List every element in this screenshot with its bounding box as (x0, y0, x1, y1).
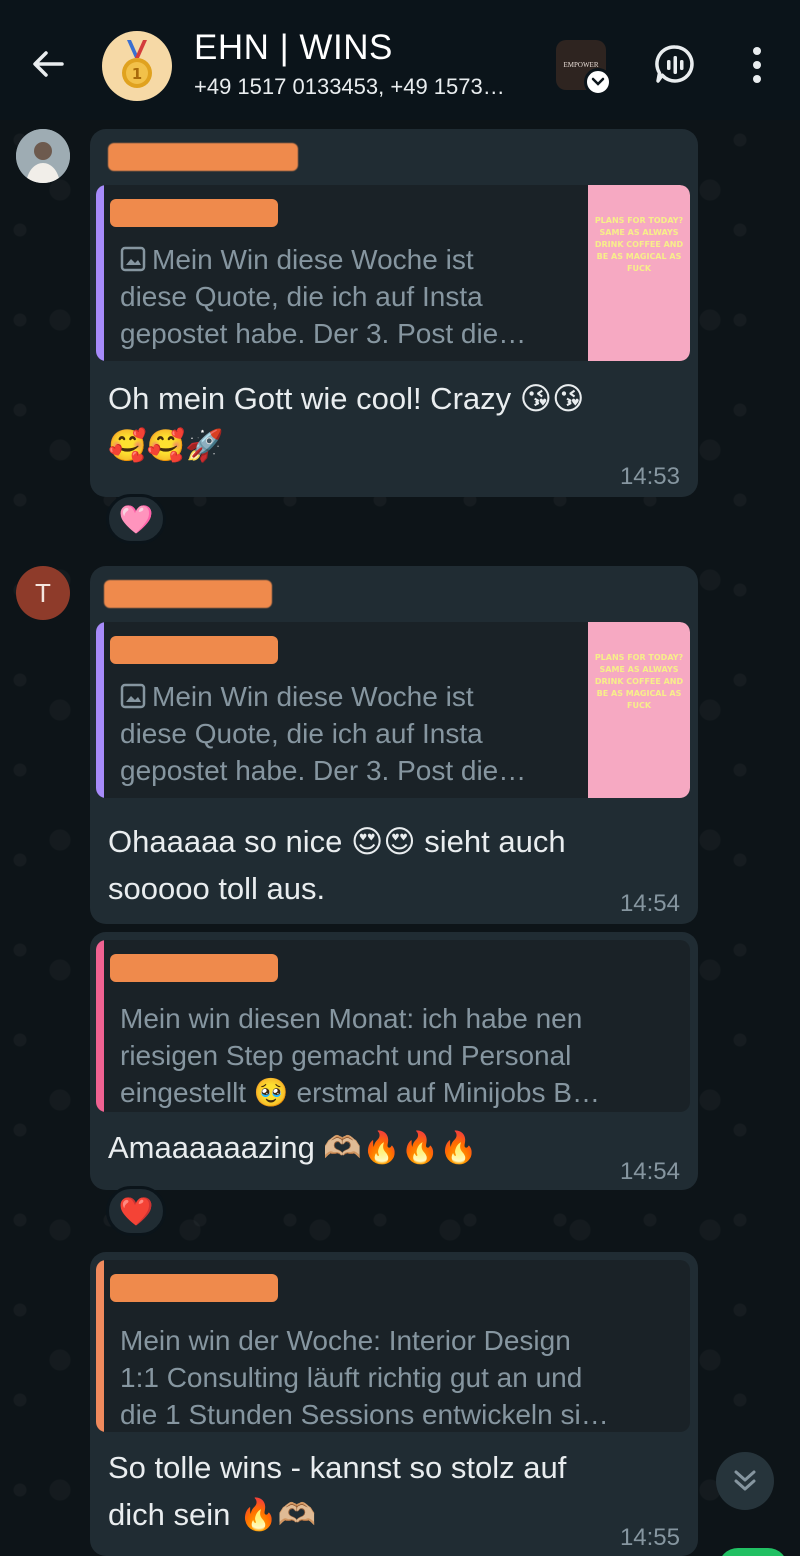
message-bubble[interactable]: Mein Win diese Woche ist diese Quote, di… (90, 566, 698, 924)
quote-text: Mein Win diese Woche ist diese Quote, di… (120, 681, 527, 786)
chat-header: 1 EHN | WINS +49 1517 0133453, +49 1573…… (0, 0, 800, 120)
group-avatar[interactable]: 1 (102, 31, 172, 101)
redacted-quote-name (110, 954, 278, 982)
chat-title: EHN | WINS (194, 28, 393, 67)
quote-bar (96, 622, 104, 798)
chevron-down-icon[interactable] (584, 68, 612, 96)
avatar[interactable]: T (16, 566, 70, 620)
quoted-message[interactable]: Mein win der Woche: Interior Design 1:1 … (96, 1260, 690, 1432)
quoted-message[interactable]: Mein Win diese Woche ist diese Quote, di… (96, 622, 690, 798)
message-time: 14:55 (619, 1524, 680, 1551)
image-icon (120, 681, 146, 709)
message-text: Oh mein Gott wie cool! Crazy 😘😘 🥰🥰🚀 (108, 381, 585, 463)
more-vert-icon[interactable] (742, 44, 772, 86)
quote-text: Mein win der Woche: Interior Design 1:1 … (120, 1325, 609, 1430)
svg-text:1: 1 (132, 65, 142, 83)
reaction-badge[interactable]: 🩷 (106, 494, 166, 544)
quote-text: Mein Win diese Woche ist diese Quote, di… (120, 244, 527, 349)
medal-icon: 1 (122, 40, 152, 88)
quote-bar (96, 940, 104, 1112)
quoted-message[interactable]: Mein win diesen Monat: ich habe nen ries… (96, 940, 690, 1112)
message-time: 14:53 (619, 463, 680, 490)
redacted-quote-name (110, 1274, 278, 1302)
message-time: 14:54 (619, 1158, 680, 1185)
quote-thumbnail: PLANS FOR TODAY? SAME AS ALWAYS DRINK CO… (588, 185, 690, 361)
redacted-quote-name (110, 199, 278, 227)
message-text: Ohaaaaa so nice 😍😍 sieht auch sooooo tol… (108, 824, 566, 906)
redacted-quote-name (110, 636, 278, 664)
message-text: So tolle wins - kannst so stolz auf dich… (108, 1450, 567, 1532)
double-chevron-down-icon (734, 1470, 756, 1491)
scroll-down-button[interactable] (716, 1452, 774, 1510)
chat-participants: +49 1517 0133453, +49 1573… (194, 74, 505, 99)
quote-bar (96, 1260, 104, 1432)
message-bubble[interactable]: Mein win der Woche: Interior Design 1:1 … (90, 1252, 698, 1556)
quoted-message[interactable]: Mein Win diese Woche ist diese Quote, di… (96, 185, 690, 361)
message-text: Amaaaaaazing 🫶🏼🔥🔥🔥 (108, 1130, 478, 1165)
message-time: 14:54 (619, 890, 680, 917)
message-bubble[interactable]: Mein Win diese Woche ist diese Quote, di… (90, 129, 698, 497)
quote-text: Mein win diesen Monat: ich habe nen ries… (120, 1003, 600, 1108)
quote-bar (96, 185, 104, 361)
redacted-sender-name (104, 580, 272, 608)
redacted-sender-name (108, 143, 298, 171)
quote-thumbnail: PLANS FOR TODAY? SAME AS ALWAYS DRINK CO… (588, 622, 690, 798)
voice-chat-icon[interactable] (654, 44, 696, 86)
reaction-badge[interactable]: ❤️ (106, 1186, 166, 1236)
arrow-left-icon[interactable] (28, 44, 68, 84)
chat-title-block[interactable]: EHN | WINS +49 1517 0133453, +49 1573… (194, 28, 539, 100)
image-icon (120, 244, 146, 272)
avatar[interactable] (16, 129, 70, 183)
message-bubble[interactable]: Mein win diesen Monat: ich habe nen ries… (90, 932, 698, 1190)
